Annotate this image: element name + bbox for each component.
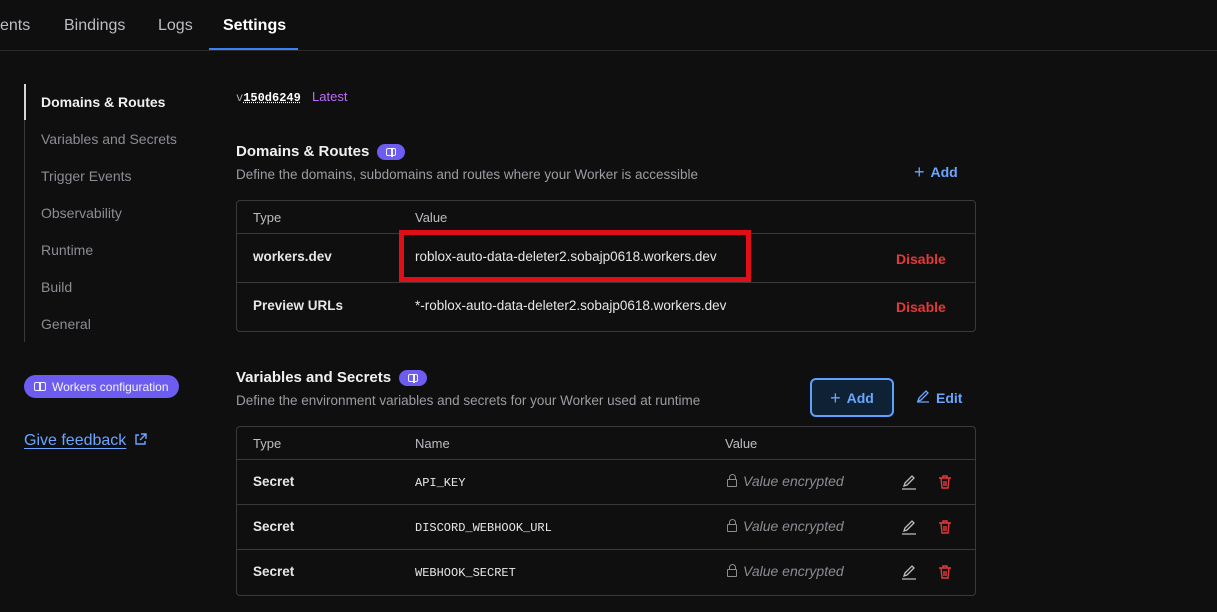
edit-variables-button[interactable]: Edit bbox=[916, 389, 962, 406]
version-hash[interactable]: 150d6249 bbox=[243, 91, 301, 105]
variable-type: Secret bbox=[253, 474, 295, 489]
add-domain-button[interactable]: + Add bbox=[914, 163, 958, 181]
docs-badge[interactable] bbox=[399, 369, 428, 386]
trash-icon[interactable] bbox=[936, 563, 954, 581]
active-tab-indicator bbox=[209, 48, 298, 50]
add-domain-label: Add bbox=[930, 164, 958, 180]
version-latest-tag: Latest bbox=[312, 89, 348, 104]
sidebar-item-variables-secrets[interactable]: Variables and Secrets bbox=[41, 131, 177, 147]
table-row: Secret DISCORD_WEBHOOK_URL Value encrypt… bbox=[237, 505, 975, 550]
variable-value: Value encrypted bbox=[727, 473, 844, 489]
variables-table: Type Name Value Secret API_KEY Value enc… bbox=[236, 426, 976, 596]
sidebar-item-observability[interactable]: Observability bbox=[41, 205, 122, 221]
tab-logs[interactable]: Logs bbox=[158, 17, 193, 35]
sidebar-item-build[interactable]: Build bbox=[41, 279, 72, 295]
sidebar-item-general[interactable]: General bbox=[41, 316, 91, 332]
book-icon bbox=[408, 373, 419, 383]
pencil-icon bbox=[916, 389, 930, 406]
edit-icon[interactable] bbox=[900, 473, 918, 491]
domains-routes-description: Define the domains, subdomains and route… bbox=[236, 167, 698, 182]
table-row: Preview URLs *-roblox-auto-data-deleter2… bbox=[237, 283, 975, 331]
variable-value: Value encrypted bbox=[727, 518, 844, 534]
edit-icon[interactable] bbox=[900, 518, 918, 536]
variable-name: DISCORD_WEBHOOK_URL bbox=[415, 521, 552, 535]
column-type: Type bbox=[253, 210, 282, 225]
trash-icon[interactable] bbox=[936, 518, 954, 536]
book-icon bbox=[34, 382, 46, 391]
route-value: *-roblox-auto-data-deleter2.sobajp0618.w… bbox=[415, 298, 727, 313]
lock-icon bbox=[727, 474, 737, 487]
give-feedback-link[interactable]: Give feedback bbox=[24, 432, 147, 450]
route-type: workers.dev bbox=[253, 249, 332, 264]
column-type: Type bbox=[253, 436, 282, 451]
workers-configuration-pill[interactable]: Workers configuration bbox=[24, 375, 179, 398]
table-row: Secret WEBHOOK_SECRET Value encrypted bbox=[237, 550, 975, 595]
lock-icon bbox=[727, 564, 737, 577]
workers-configuration-label: Workers configuration bbox=[52, 379, 169, 394]
variable-type: Secret bbox=[253, 564, 295, 579]
variable-name: WEBHOOK_SECRET bbox=[415, 566, 516, 580]
variables-secrets-description: Define the environment variables and sec… bbox=[236, 393, 701, 408]
plus-icon: + bbox=[830, 387, 841, 408]
lock-icon bbox=[727, 519, 737, 532]
settings-sidebar: Domains & Routes Variables and Secrets T… bbox=[24, 84, 204, 342]
variable-type: Secret bbox=[253, 519, 295, 534]
table-header: Type Name Value bbox=[237, 427, 975, 460]
domains-routes-title: Domains & Routes bbox=[236, 143, 406, 160]
active-item-marker bbox=[24, 84, 26, 120]
trash-icon[interactable] bbox=[936, 473, 954, 491]
top-nav: ents Bindings Logs Settings bbox=[0, 0, 1217, 51]
tab-settings[interactable]: Settings bbox=[223, 17, 286, 35]
variable-value: Value encrypted bbox=[727, 563, 844, 579]
external-link-icon bbox=[134, 433, 147, 449]
sidebar-item-runtime[interactable]: Runtime bbox=[41, 242, 93, 258]
variables-secrets-title: Variables and Secrets bbox=[236, 369, 428, 386]
column-value: Value bbox=[725, 436, 758, 451]
docs-badge[interactable] bbox=[377, 143, 406, 160]
column-name: Name bbox=[415, 436, 450, 451]
variable-name: API_KEY bbox=[415, 476, 466, 490]
sidebar-item-trigger-events[interactable]: Trigger Events bbox=[41, 168, 132, 184]
edit-variables-label: Edit bbox=[936, 389, 963, 406]
disable-button[interactable]: Disable bbox=[896, 251, 946, 267]
domains-routes-heading: Domains & Routes bbox=[236, 143, 370, 160]
encrypted-value-label: Value encrypted bbox=[743, 473, 844, 489]
column-value: Value bbox=[415, 210, 448, 225]
add-variable-label: Add bbox=[846, 389, 874, 406]
tab-bindings[interactable]: Bindings bbox=[64, 17, 125, 35]
encrypted-value-label: Value encrypted bbox=[743, 563, 844, 579]
table-row: Secret API_KEY Value encrypted bbox=[237, 460, 975, 505]
variables-secrets-heading: Variables and Secrets bbox=[236, 369, 392, 386]
version-info: v150d6249 Latest bbox=[236, 89, 347, 105]
sidebar-item-domains-routes[interactable]: Domains & Routes bbox=[41, 94, 165, 110]
book-icon bbox=[386, 147, 397, 157]
encrypted-value-label: Value encrypted bbox=[743, 518, 844, 534]
add-variable-button[interactable]: + Add bbox=[810, 378, 894, 417]
annotation-highlight-box bbox=[399, 230, 751, 282]
route-type: Preview URLs bbox=[253, 298, 344, 313]
edit-icon[interactable] bbox=[900, 563, 918, 581]
disable-button[interactable]: Disable bbox=[896, 299, 946, 315]
give-feedback-label: Give feedback bbox=[24, 432, 127, 449]
tab-events[interactable]: ents bbox=[0, 17, 30, 35]
plus-icon: + bbox=[914, 162, 925, 182]
